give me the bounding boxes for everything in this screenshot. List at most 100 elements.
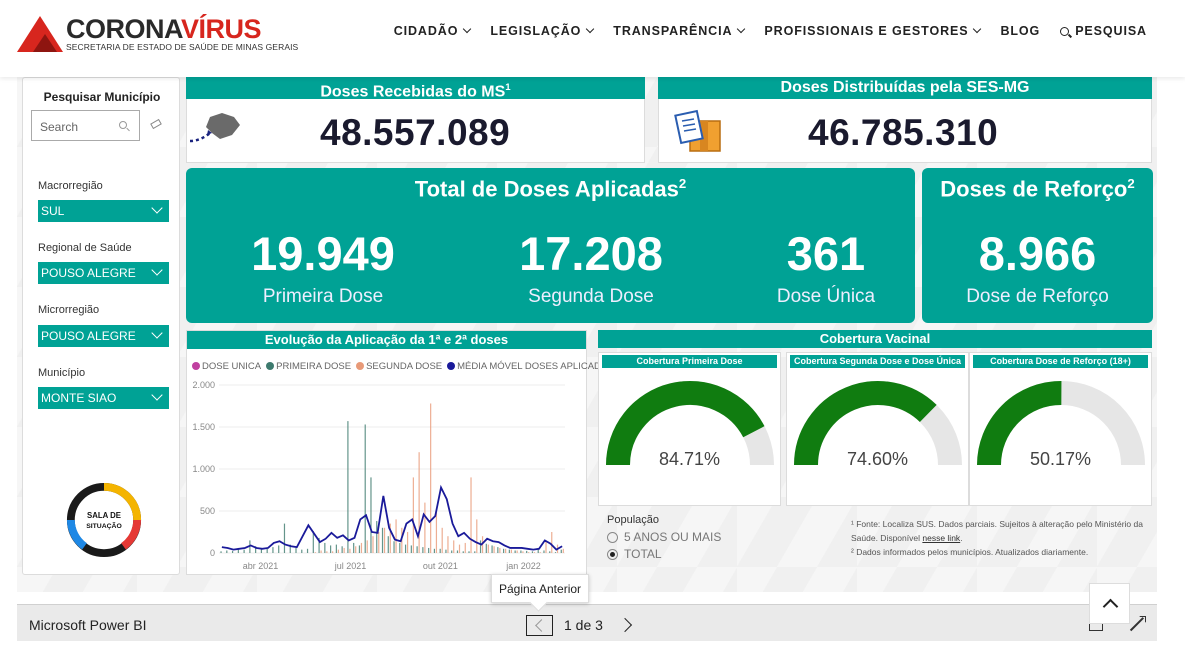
radio-total[interactable]: TOTAL (607, 547, 807, 561)
bar[interactable] (462, 551, 464, 553)
bar[interactable] (520, 550, 522, 553)
bar[interactable] (562, 548, 564, 553)
bar[interactable] (332, 551, 334, 553)
legend-segunda-dose[interactable]: SEGUNDA DOSE (356, 361, 442, 372)
bar[interactable] (441, 527, 443, 553)
bar[interactable] (464, 542, 466, 553)
nav-transparencia[interactable]: TRANSPARÊNCIA (613, 24, 746, 38)
scroll-to-top-button[interactable] (1089, 583, 1130, 624)
nav-cidadao[interactable]: CIDADÃO (394, 24, 472, 38)
source-link[interactable]: nesse link (922, 533, 960, 543)
bar[interactable] (458, 544, 461, 553)
bar[interactable] (387, 536, 389, 553)
bar[interactable] (406, 532, 409, 553)
legend-primeira-dose[interactable]: PRIMEIRA DOSE (266, 361, 351, 372)
bar[interactable] (341, 546, 343, 553)
bar[interactable] (376, 521, 378, 553)
gauge-primeira-dose[interactable]: Cobertura Primeira Dose 84.71% (598, 352, 781, 506)
site-logo[interactable]: CORONAVÍRUS (66, 15, 262, 43)
eraser-icon[interactable] (150, 118, 162, 130)
bar[interactable] (433, 548, 436, 553)
bar[interactable] (531, 551, 534, 553)
legend-dose-unica[interactable]: DOSE UNICA (192, 361, 261, 372)
bar[interactable] (337, 549, 339, 553)
bar[interactable] (487, 544, 489, 553)
nav-legislacao[interactable]: LEGISLAÇÃO (490, 24, 595, 38)
gauge-segunda-dose[interactable]: Cobertura Segunda Dose e Dose Única 74.6… (786, 352, 969, 506)
bar[interactable] (393, 541, 395, 553)
bar[interactable] (404, 544, 407, 553)
evolucao-chart-panel[interactable]: Evolução da Aplicação da 1ª e 2ª doses D… (186, 330, 609, 575)
bar[interactable] (306, 548, 309, 553)
bar[interactable] (349, 548, 351, 553)
bar[interactable] (410, 545, 412, 553)
bar[interactable] (456, 550, 459, 553)
bar[interactable] (295, 547, 297, 553)
bar[interactable] (514, 550, 516, 553)
bar[interactable] (226, 550, 228, 553)
bar[interactable] (447, 536, 449, 553)
bar[interactable] (370, 477, 372, 553)
bar[interactable] (326, 551, 328, 553)
bar[interactable] (383, 527, 386, 553)
bar[interactable] (543, 550, 545, 553)
bar[interactable] (395, 519, 397, 553)
municipio-dropdown[interactable]: MONTE SIAO (38, 387, 169, 409)
powerbi-link[interactable]: Microsoft Power BI (29, 617, 146, 633)
bar[interactable] (470, 477, 472, 553)
bar[interactable] (424, 502, 426, 553)
bar[interactable] (416, 546, 418, 553)
macrorregiao-dropdown[interactable]: SUL (38, 200, 169, 222)
bar[interactable] (528, 552, 530, 553)
fullscreen-icon[interactable] (1129, 616, 1145, 632)
bar[interactable] (516, 550, 518, 553)
bar[interactable] (360, 542, 363, 553)
bar[interactable] (453, 540, 455, 553)
bar[interactable] (243, 549, 245, 553)
bar[interactable] (485, 543, 487, 553)
bar[interactable] (220, 551, 222, 553)
radio-5-anos[interactable]: 5 ANOS OU MAIS (607, 530, 807, 544)
evolucao-chart[interactable]: 2.000 1.500 1.000 500 0 abr 2021 jul 2021 out 2… (187, 377, 586, 575)
bar[interactable] (412, 477, 414, 553)
bar[interactable] (493, 546, 495, 553)
sala-de-situacao-logo[interactable]: SALA DE SITUAÇÃO (65, 481, 143, 559)
bar[interactable] (324, 542, 326, 553)
bar[interactable] (428, 547, 430, 553)
bar[interactable] (272, 547, 274, 553)
municipio-search-input[interactable]: Search (31, 110, 140, 141)
bar[interactable] (526, 550, 528, 553)
bar[interactable] (499, 547, 501, 553)
next-page-button[interactable] (620, 616, 636, 634)
bar[interactable] (539, 552, 541, 553)
bar[interactable] (266, 548, 268, 553)
legend-media-movel[interactable]: MÉDIA MÓVEL DOSES APLICAD... (447, 361, 609, 372)
bar[interactable] (497, 547, 499, 553)
bar[interactable] (381, 527, 384, 553)
bar[interactable] (330, 545, 332, 553)
bar[interactable] (554, 552, 557, 553)
regional-dropdown[interactable]: POUSO ALEGRE (38, 262, 169, 284)
bar[interactable] (372, 536, 374, 553)
radio-button[interactable] (607, 548, 618, 560)
bar[interactable] (503, 548, 505, 553)
bar[interactable] (366, 540, 368, 553)
microrregiao-dropdown[interactable]: POUSO ALEGRE (38, 325, 169, 347)
bar[interactable] (353, 542, 355, 553)
bar[interactable] (418, 452, 420, 553)
bar[interactable] (549, 551, 551, 553)
bar[interactable] (283, 523, 286, 553)
bar[interactable] (491, 545, 493, 553)
bar[interactable] (468, 551, 470, 553)
bar[interactable] (510, 549, 512, 553)
bar[interactable] (479, 540, 482, 553)
bar[interactable] (320, 550, 322, 553)
bar[interactable] (314, 552, 316, 553)
previous-page-button[interactable] (526, 615, 553, 636)
nav-blog[interactable]: BLOG (1000, 24, 1040, 38)
bar[interactable] (335, 544, 337, 553)
gauge-reforco[interactable]: Cobertura Dose de Reforço (18+) 50.17% (969, 352, 1152, 506)
nav-pesquisa[interactable]: PESQUISA (1060, 24, 1147, 38)
bar[interactable] (476, 519, 478, 553)
bar[interactable] (355, 546, 357, 553)
